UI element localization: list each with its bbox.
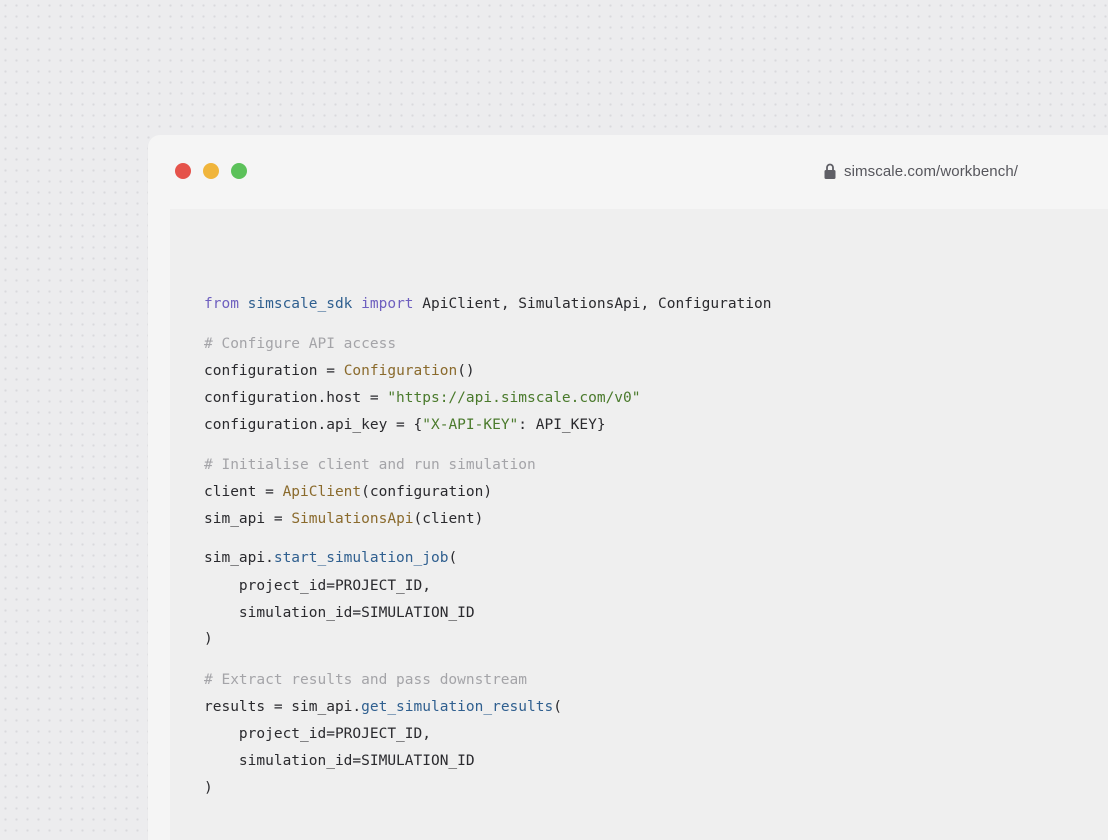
- module-token: simscale_sdk: [247, 296, 353, 312]
- function-token: start_simulation_job: [273, 550, 449, 566]
- code-line: sim_api.start_simulation_job(: [204, 548, 457, 568]
- keyword-token: from: [204, 296, 239, 312]
- address-bar[interactable]: simscale.com/workbench/: [824, 160, 1018, 182]
- code-text: results = sim_api.: [204, 699, 362, 715]
- function-token: get_simulation_results: [361, 699, 554, 715]
- code-line: configuration = Configuration(): [204, 361, 475, 381]
- code-text: (client): [413, 511, 484, 527]
- string-token: "X-API-KEY": [422, 417, 519, 433]
- code-text: configuration =: [204, 363, 344, 379]
- code-text: (): [457, 363, 475, 379]
- code-text: sim_api =: [204, 511, 292, 527]
- url-text: simscale.com/workbench/: [844, 162, 1019, 180]
- code-text: configuration.api_key = {: [204, 417, 423, 433]
- code-text: client =: [204, 484, 283, 500]
- maximize-window-button[interactable]: [231, 163, 247, 179]
- code-line: ): [204, 631, 213, 647]
- code-text: (: [553, 699, 562, 715]
- lock-icon: [824, 163, 836, 180]
- string-token: "https://api.simscale.com/v0": [387, 390, 641, 406]
- code-text: (: [448, 550, 458, 566]
- code-line: ): [204, 780, 213, 796]
- code-text: ApiClient, SimulationsApi, Configuration: [413, 296, 772, 312]
- code-line: client = ApiClient(configuration): [204, 482, 492, 502]
- code-comment: # Configure API access: [204, 336, 397, 352]
- code-line: project_id=PROJECT_ID,: [204, 726, 431, 742]
- code-line: results = sim_api.get_simulation_results…: [204, 697, 562, 717]
- code-line: simulation_id=SIMULATION_ID: [204, 753, 475, 769]
- close-window-button[interactable]: [175, 163, 191, 179]
- code-line: project_id=PROJECT_ID,: [204, 578, 431, 594]
- keyword-token: import: [361, 296, 414, 312]
- code-line: configuration.api_key = {"X-API-KEY": AP…: [204, 415, 606, 435]
- code-text: configuration.host =: [204, 390, 388, 406]
- code-line: sim_api = SimulationsApi(client): [204, 509, 483, 529]
- minimize-window-button[interactable]: [203, 163, 219, 179]
- code-text: : API_KEY}: [518, 417, 606, 433]
- code-line: from simscale_sdk import ApiClient, Simu…: [204, 294, 771, 314]
- code-text: (configuration): [361, 484, 493, 500]
- code-line: simulation_id=SIMULATION_ID: [204, 605, 475, 621]
- code-line: configuration.host = "https://api.simsca…: [204, 388, 641, 408]
- class-token: SimulationsApi: [291, 511, 414, 527]
- class-token: Configuration: [343, 363, 458, 379]
- code-comment: # Extract results and pass downstream: [204, 672, 528, 688]
- code-text: sim_api.: [204, 550, 274, 566]
- class-token: ApiClient: [282, 484, 362, 500]
- code-comment: # Initialise client and run simulation: [204, 457, 536, 473]
